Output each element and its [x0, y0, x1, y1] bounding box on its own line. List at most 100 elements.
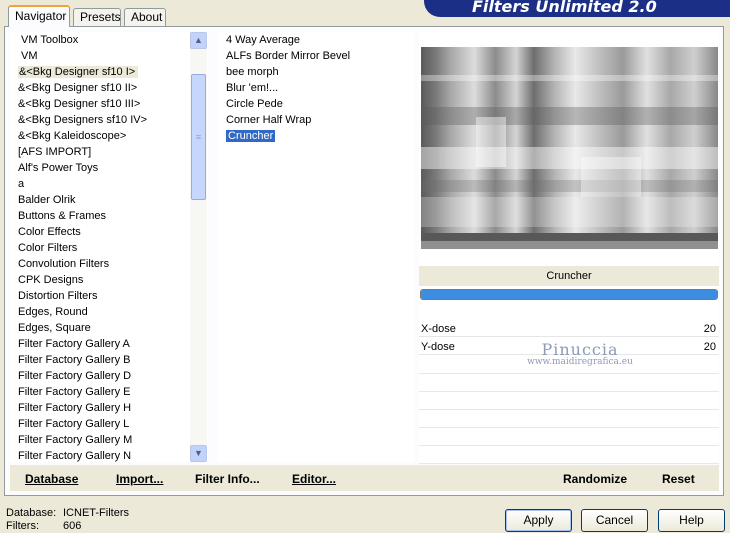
category-item-label: Color Filters: [18, 242, 78, 254]
category-item-label: Alf's Power Toys: [18, 162, 99, 174]
tab-navigator[interactable]: Navigator: [8, 5, 70, 27]
category-item[interactable]: a: [10, 176, 208, 192]
category-item[interactable]: Filter Factory Gallery L: [10, 416, 208, 432]
category-item-label: Filter Factory Gallery B: [18, 354, 131, 366]
help-button[interactable]: Help: [658, 509, 725, 532]
filter-item-label: Cruncher: [224, 129, 277, 143]
filter-item-label: bee morph: [226, 66, 279, 78]
empty-param-row: [419, 375, 719, 392]
filter-list[interactable]: 4 Way Average ALFs Border Mirror Bevel bee…: [218, 32, 414, 462]
category-item[interactable]: Color Filters: [10, 240, 208, 256]
import-button[interactable]: Import...: [116, 465, 163, 491]
filter-item[interactable]: Cruncher: [218, 128, 414, 144]
filter-item-label: ALFs Border Mirror Bevel: [226, 50, 351, 62]
category-item-label: Filter Factory Gallery A: [18, 338, 130, 350]
category-item-label: &<Bkg Designer sf10 I>: [18, 66, 139, 78]
category-item[interactable]: Distortion Filters: [10, 288, 208, 304]
category-item[interactable]: CPK Designs: [10, 272, 208, 288]
category-item[interactable]: [AFS IMPORT]: [10, 144, 208, 160]
category-item[interactable]: Filter Factory Gallery D: [10, 368, 208, 384]
category-scrollbar[interactable]: ▲ ≡ ▼: [190, 32, 207, 462]
database-button[interactable]: Database: [25, 465, 78, 491]
category-item[interactable]: Filter Factory Gallery M: [10, 432, 208, 448]
filters-label: Filters:: [6, 520, 39, 532]
category-item[interactable]: &<Bkg Kaleidoscope>: [10, 128, 208, 144]
category-item-label: VM: [21, 50, 38, 62]
filter-item[interactable]: Corner Half Wrap: [218, 112, 414, 128]
apply-button[interactable]: Apply: [505, 509, 572, 532]
category-item[interactable]: Filter Factory Gallery E: [10, 384, 208, 400]
bottom-toolbar: Database Import... Filter Info... Editor…: [10, 465, 719, 491]
category-item[interactable]: Edges, Square: [10, 320, 208, 336]
scroll-thumb[interactable]: ≡: [191, 74, 206, 200]
category-item[interactable]: &<Bkg Designer sf10 III>: [10, 96, 208, 112]
category-item[interactable]: &<Bkg Designers sf10 IV>: [10, 112, 208, 128]
filters-value: 606: [63, 520, 82, 532]
category-item-label: Filter Factory Gallery L: [18, 418, 130, 430]
category-item[interactable]: Buttons & Frames: [10, 208, 208, 224]
category-item-label: VM Toolbox: [21, 34, 79, 46]
filter-name-label: Cruncher: [419, 266, 719, 286]
category-item[interactable]: &<Bkg Designer sf10 I>: [10, 64, 208, 80]
empty-param-row: [419, 411, 719, 428]
category-item[interactable]: &<Bkg Designer sf10 II>: [10, 80, 208, 96]
category-item[interactable]: Edges, Round: [10, 304, 208, 320]
param-row-y-dose[interactable]: Y-dose 20: [419, 339, 719, 355]
database-value: ICNET-Filters: [63, 507, 129, 519]
category-item-label: Filter Factory Gallery N: [18, 450, 132, 462]
filter-item[interactable]: 4 Way Average: [218, 32, 414, 48]
param-label: X-dose: [421, 323, 456, 335]
category-item-label: &<Bkg Designer sf10 III>: [18, 98, 141, 110]
category-item[interactable]: Convolution Filters: [10, 256, 208, 272]
reset-button[interactable]: Reset: [662, 465, 695, 491]
database-label: Database:: [6, 507, 57, 519]
category-item[interactable]: Filter Factory Gallery A: [10, 336, 208, 352]
category-list[interactable]: VM Toolbox VM &<Bkg Designer sf10 I> &<Bkg …: [10, 32, 208, 462]
tab-presets[interactable]: Presets: [73, 8, 121, 26]
category-item-label: Balder Olrik: [18, 194, 76, 206]
scroll-down-button[interactable]: ▼: [190, 445, 207, 462]
filter-item[interactable]: bee morph: [218, 64, 414, 80]
category-item-label: &<Bkg Kaleidoscope>: [18, 130, 127, 142]
filter-item[interactable]: ALFs Border Mirror Bevel: [218, 48, 414, 64]
category-item-label: Filter Factory Gallery M: [18, 434, 133, 446]
randomize-button[interactable]: Randomize: [563, 465, 627, 491]
category-item[interactable]: Balder Olrik: [10, 192, 208, 208]
category-item[interactable]: Color Effects: [10, 224, 208, 240]
category-item-label: Convolution Filters: [18, 258, 110, 270]
category-item-label: Filter Factory Gallery E: [18, 386, 131, 398]
category-item-label: Color Effects: [18, 226, 81, 238]
category-item[interactable]: Filter Factory Gallery H: [10, 400, 208, 416]
category-item[interactable]: Filter Factory Gallery N: [10, 448, 208, 462]
param-value: 20: [703, 323, 716, 335]
filter-item-label: 4 Way Average: [226, 34, 300, 46]
progress-bar: [420, 289, 718, 300]
app-title-banner: Filters Unlimited 2.0: [424, 0, 730, 17]
category-item-label: &<Bkg Designer sf10 II>: [18, 82, 138, 94]
cancel-button[interactable]: Cancel: [581, 509, 648, 532]
empty-param-row: [419, 357, 719, 374]
filter-item[interactable]: Circle Pede: [218, 96, 414, 112]
category-item-label: [AFS IMPORT]: [18, 146, 92, 158]
preview-image: [421, 47, 718, 249]
category-item[interactable]: Alf's Power Toys: [10, 160, 208, 176]
category-item[interactable]: VM Toolbox: [10, 32, 208, 48]
param-label: Y-dose: [421, 341, 455, 353]
category-item[interactable]: Filter Factory Gallery B: [10, 352, 208, 368]
category-item-label: Edges, Square: [18, 322, 91, 334]
filter-item-label: Blur 'em!...: [226, 82, 279, 94]
category-item[interactable]: VM: [10, 48, 208, 64]
filter-item-label: Circle Pede: [226, 98, 283, 110]
category-item-label: Distortion Filters: [18, 290, 98, 302]
category-item-label: Buttons & Frames: [18, 210, 107, 222]
scroll-up-button[interactable]: ▲: [190, 32, 207, 49]
category-item-label: &<Bkg Designers sf10 IV>: [18, 114, 148, 126]
category-item-label: Edges, Round: [18, 306, 88, 318]
param-row-x-dose[interactable]: X-dose 20: [419, 321, 719, 337]
category-item-label: Filter Factory Gallery H: [18, 402, 132, 414]
param-value: 20: [703, 341, 716, 353]
tab-about[interactable]: About: [124, 8, 166, 26]
filter-info-button[interactable]: Filter Info...: [195, 465, 260, 491]
editor-button[interactable]: Editor...: [292, 465, 336, 491]
filter-item[interactable]: Blur 'em!...: [218, 80, 414, 96]
